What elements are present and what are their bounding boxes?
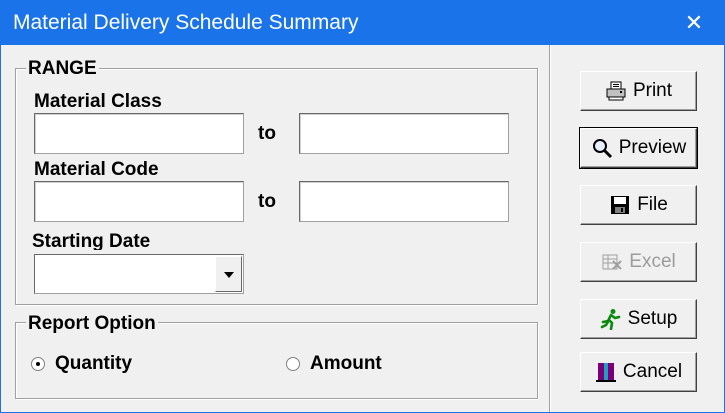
radio-quantity-label: Quantity	[55, 353, 133, 374]
material-code-from-input[interactable]	[35, 182, 243, 221]
file-button-label: File	[637, 194, 668, 215]
preview-button-label: Preview	[618, 137, 687, 158]
printer-icon	[606, 81, 626, 101]
chevron-down-icon	[224, 272, 234, 278]
magnifier-icon	[592, 139, 612, 159]
material-code-label: Material Code	[34, 159, 159, 180]
file-button[interactable]: File	[580, 185, 697, 225]
setup-button-label: Setup	[627, 308, 678, 329]
material-class-label: Material Class	[34, 91, 162, 112]
spreadsheet-icon	[602, 254, 622, 270]
material-class-to-field[interactable]	[299, 113, 509, 154]
title-bar: Material Delivery Schedule Summary ✕	[1, 1, 724, 45]
print-button-label: Print	[632, 80, 673, 101]
excel-button[interactable]: Excel	[580, 242, 697, 282]
material-class-from-input[interactable]	[35, 114, 243, 153]
window-title: Material Delivery Schedule Summary	[13, 11, 359, 34]
setup-button[interactable]: Setup	[580, 299, 697, 339]
radio-quantity-indicator[interactable]	[31, 357, 45, 371]
exit-door-icon	[595, 363, 616, 382]
radio-amount-indicator[interactable]	[286, 357, 300, 371]
starting-date-label: Starting Date	[32, 231, 151, 250]
radio-amount-label: Amount	[310, 353, 382, 374]
close-icon: ✕	[684, 10, 704, 35]
dropdown-button[interactable]	[215, 256, 242, 292]
radio-amount[interactable]: Amount	[286, 353, 382, 375]
range-legend: RANGE	[26, 58, 99, 80]
material-code-from-field[interactable]	[34, 181, 244, 222]
cancel-button[interactable]: Cancel	[580, 352, 697, 392]
preview-button[interactable]: Preview	[579, 127, 698, 169]
running-man-icon	[600, 309, 620, 330]
dialog-window: Material Delivery Schedule Summary ✕ RAN…	[0, 0, 725, 413]
excel-button-label: Excel	[629, 251, 676, 272]
close-button[interactable]: ✕	[664, 1, 724, 45]
floppy-disk-icon	[611, 196, 630, 214]
material-class-from-field[interactable]	[34, 113, 244, 154]
report-option-legend: Report Option	[26, 313, 158, 335]
radio-quantity[interactable]: Quantity	[31, 353, 132, 375]
separator-highlight	[550, 45, 551, 412]
material-code-to-field[interactable]	[299, 181, 509, 222]
starting-date-dropdown[interactable]	[34, 254, 244, 294]
material-code-to-input[interactable]	[300, 182, 508, 221]
material-class-to-label: to	[258, 123, 276, 144]
material-code-to-label: to	[258, 191, 276, 212]
print-button[interactable]: Print	[580, 71, 697, 111]
material-class-to-input[interactable]	[300, 114, 508, 153]
cancel-button-label: Cancel	[622, 361, 683, 382]
